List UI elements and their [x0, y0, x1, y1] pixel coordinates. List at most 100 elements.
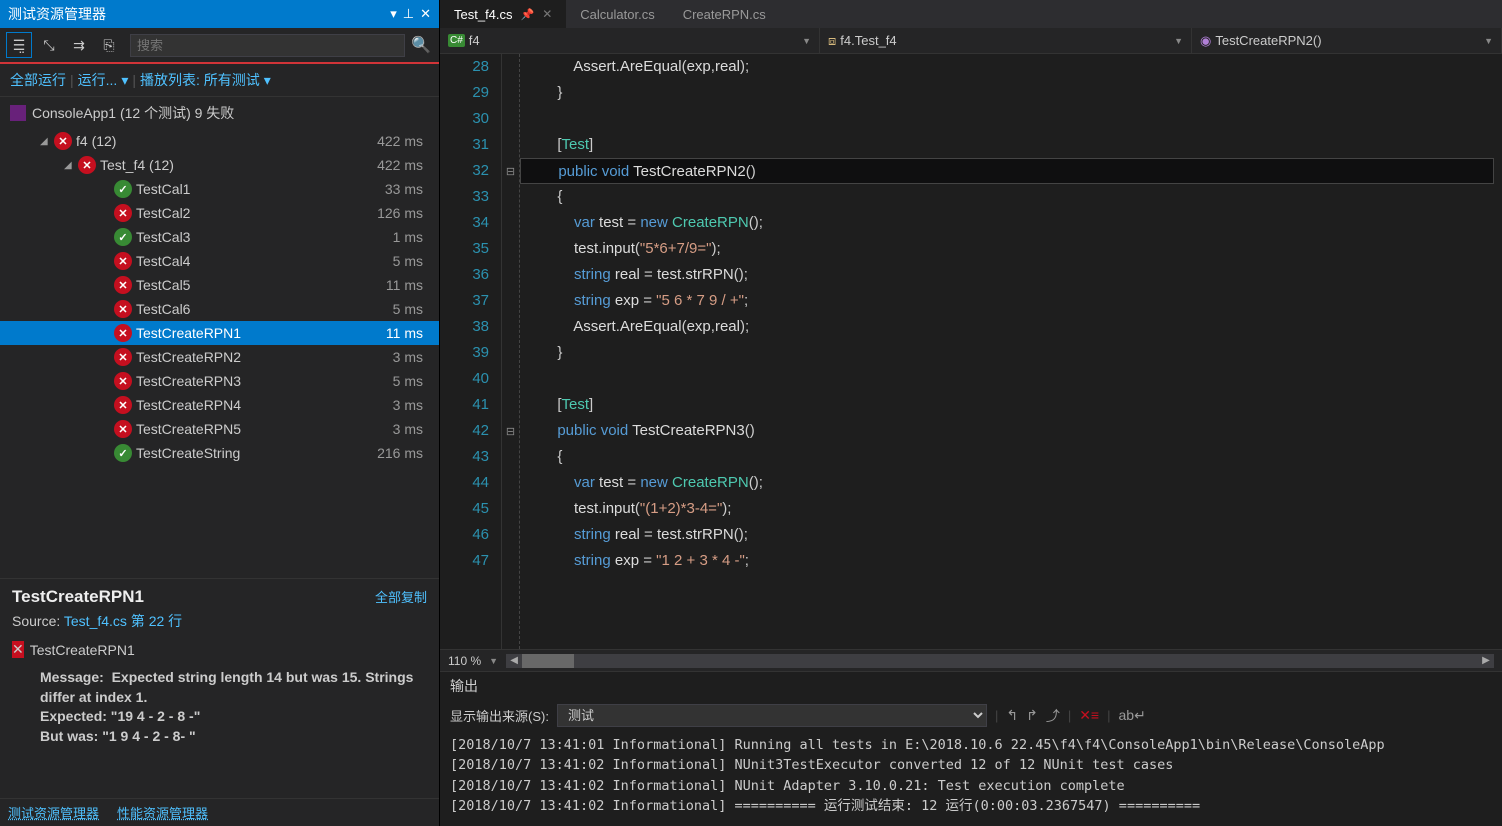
close-icon[interactable]: ✕ — [542, 7, 552, 21]
output-toolbar: 显示输出来源(S): 测试 | ↰ ↱ ⤴ | ✕≡ | ab↵ — [440, 700, 1502, 731]
close-icon[interactable]: ✕ — [420, 6, 431, 22]
test-duration: 422 ms — [377, 133, 431, 149]
test-row[interactable]: ✓TestCal31 ms — [0, 225, 439, 249]
group-by-button[interactable]: ☰̤ — [6, 32, 32, 58]
test-label: TestCal1 — [136, 181, 385, 197]
fail-icon: ✕ — [114, 396, 132, 414]
test-duration: 11 ms — [386, 277, 431, 293]
breadcrumb-namespace[interactable]: C# f4 ▼ — [440, 28, 820, 53]
fail-icon: ✕ — [114, 204, 132, 222]
test-duration: 33 ms — [385, 181, 431, 197]
test-row[interactable]: ✕TestCreateRPN35 ms — [0, 369, 439, 393]
test-duration: 5 ms — [393, 253, 431, 269]
view-button-2[interactable]: ⇉ — [66, 32, 92, 58]
csharp-icon: C# — [448, 34, 465, 47]
chevron-down-icon: ▼ — [802, 36, 811, 46]
horizontal-scrollbar[interactable]: ◀▶ — [506, 654, 1494, 668]
copy-all-link[interactable]: 全部复制 — [375, 587, 427, 606]
test-row[interactable]: ✕TestCal65 ms — [0, 297, 439, 321]
step-icon[interactable]: ⤴ — [1046, 706, 1060, 726]
playlist-link[interactable]: 播放列表: 所有测试 — [140, 70, 260, 90]
pass-icon: ✓ — [114, 444, 132, 462]
method-icon: ◉ — [1200, 33, 1211, 49]
detail-fail-row: ✕ TestCreateRPN1 — [12, 641, 427, 658]
output-source-select[interactable]: 测试 — [557, 704, 987, 727]
line-number-gutter: 2829303132333435363738394041424344454647 — [440, 54, 502, 649]
dropdown-icon[interactable]: ▾ — [390, 6, 397, 22]
prev-icon[interactable]: ↰ — [1006, 707, 1018, 724]
test-explorer-panel: 测试资源管理器 ▾ ⊥ ✕ ☰̤ ⤡ ⇉ ⎘ 🔍 全部运行 | 运行...▾ |… — [0, 0, 440, 826]
test-duration: 11 ms — [386, 325, 431, 341]
file-tab[interactable]: CreateRPN.cs — [669, 0, 780, 28]
fail-icon: ✕ — [12, 641, 24, 658]
bottom-tab-perf-explorer[interactable]: 性能资源管理器 — [109, 799, 216, 826]
breadcrumb: C# f4 ▼ ⧈ f4.Test_f4 ▼ ◉ TestCreateRPN2(… — [440, 28, 1502, 54]
file-tab[interactable]: Test_f4.cs📌✕ — [440, 0, 566, 28]
test-duration: 3 ms — [393, 397, 431, 413]
run-toolbar: 全部运行 | 运行...▾ | 播放列表: 所有测试▾ — [0, 64, 439, 97]
test-duration: 3 ms — [393, 349, 431, 365]
run-link[interactable]: 运行... — [78, 70, 118, 90]
zoom-level[interactable]: 110 % — [448, 654, 481, 668]
fail-icon: ✕ — [114, 372, 132, 390]
test-duration: 1 ms — [393, 229, 431, 245]
breadcrumb-method[interactable]: ◉ TestCreateRPN2() ▼ — [1192, 28, 1502, 53]
breadcrumb-class[interactable]: ⧈ f4.Test_f4 ▼ — [820, 28, 1192, 53]
view-button-3[interactable]: ⎘ — [96, 32, 122, 58]
pass-icon: ✓ — [114, 180, 132, 198]
next-icon[interactable]: ↱ — [1026, 707, 1038, 724]
detail-test-name: TestCreateRPN1 — [12, 587, 144, 607]
test-row[interactable]: ✓TestCreateString216 ms — [0, 441, 439, 465]
test-label: TestCal5 — [136, 277, 386, 293]
chevron-down-icon: ▼ — [1174, 36, 1183, 46]
pin-icon[interactable]: ⊥ — [403, 6, 414, 22]
output-title: 输出 — [440, 672, 1502, 700]
test-row[interactable]: ✕TestCreateRPN111 ms — [0, 321, 439, 345]
search-icon[interactable]: 🔍 — [409, 35, 433, 55]
test-row[interactable]: ✕TestCal45 ms — [0, 249, 439, 273]
output-panel: 输出 显示输出来源(S): 测试 | ↰ ↱ ⤴ | ✕≡ | ab↵ [201… — [440, 671, 1502, 826]
source-link[interactable]: Test_f4.cs 第 22 行 — [64, 613, 182, 629]
detail-message: Message: Expected string length 14 but w… — [40, 668, 427, 746]
view-button-1[interactable]: ⤡ — [36, 32, 62, 58]
detail-source: Source: Test_f4.cs 第 22 行 — [12, 611, 427, 631]
test-label: TestCal2 — [136, 205, 377, 221]
test-label: TestCreateRPN4 — [136, 397, 393, 413]
test-row[interactable]: ✕TestCal2126 ms — [0, 201, 439, 225]
fail-icon: ✕ — [114, 300, 132, 318]
test-explorer-toolbar: ☰̤ ⤡ ⇉ ⎘ 🔍 — [0, 28, 439, 64]
fold-column[interactable]: ⊟⊟ — [502, 54, 520, 649]
fail-icon: ✕ — [54, 132, 72, 150]
fail-icon: ✕ — [78, 156, 96, 174]
test-row[interactable]: ◢✕f4 (12)422 ms — [0, 129, 439, 153]
code-content[interactable]: Assert.AreEqual(exp,real); } [Test] publ… — [520, 54, 1502, 649]
test-label: TestCal4 — [136, 253, 393, 269]
panel-title: 测试资源管理器 — [8, 4, 106, 24]
test-row[interactable]: ✕TestCreateRPN43 ms — [0, 393, 439, 417]
test-duration: 3 ms — [393, 421, 431, 437]
test-label: TestCal3 — [136, 229, 393, 245]
output-source-label: 显示输出来源(S): — [450, 706, 549, 725]
test-row[interactable]: ✓TestCal133 ms — [0, 177, 439, 201]
test-row[interactable]: ✕TestCreateRPN53 ms — [0, 417, 439, 441]
search-input[interactable] — [130, 34, 405, 57]
pass-icon: ✓ — [114, 228, 132, 246]
summary-text: ConsoleApp1 (12 个测试) 9 失败 — [32, 103, 234, 123]
chevron-down-icon: ▼ — [1484, 36, 1493, 46]
clear-icon[interactable]: ✕≡ — [1079, 707, 1099, 724]
test-label: f4 (12) — [76, 133, 377, 149]
test-row[interactable]: ◢✕Test_f4 (12)422 ms — [0, 153, 439, 177]
bottom-tab-test-explorer[interactable]: 测试资源管理器 — [0, 799, 107, 826]
file-tab[interactable]: Calculator.cs — [566, 0, 668, 28]
wrap-icon[interactable]: ab↵ — [1119, 707, 1146, 724]
test-explorer-header: 测试资源管理器 ▾ ⊥ ✕ — [0, 0, 439, 28]
output-text[interactable]: [2018/10/7 13:41:01 Informational] Runni… — [440, 731, 1502, 826]
test-tree[interactable]: ◢✕f4 (12)422 ms◢✕Test_f4 (12)422 ms✓Test… — [0, 129, 439, 578]
editor-panel: Test_f4.cs📌✕Calculator.csCreateRPN.cs C#… — [440, 0, 1502, 826]
run-all-link[interactable]: 全部运行 — [10, 70, 66, 90]
pin-icon[interactable]: 📌 — [521, 8, 535, 21]
test-label: Test_f4 (12) — [100, 157, 377, 173]
test-row[interactable]: ✕TestCal511 ms — [0, 273, 439, 297]
test-row[interactable]: ✕TestCreateRPN23 ms — [0, 345, 439, 369]
code-editor[interactable]: 2829303132333435363738394041424344454647… — [440, 54, 1502, 649]
